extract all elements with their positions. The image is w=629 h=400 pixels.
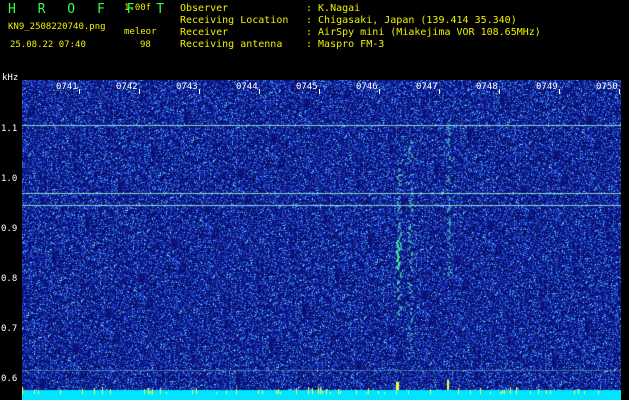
x-tick: 0748 [476, 82, 500, 94]
header-panel: H R O F F T 1.00f KN9_2508220740.png mel… [0, 0, 629, 78]
x-tick: 0747 [416, 82, 440, 94]
waterfall-canvas [22, 80, 621, 400]
x-tick: 0750 [596, 82, 620, 94]
x-tick: 0743 [176, 82, 200, 94]
receiver-value: : AirSpy mini (Miakejima VOR 108.65MHz) [306, 27, 541, 38]
waterfall-plot [22, 80, 621, 400]
x-tick: 0742 [116, 82, 140, 94]
antenna-value: : Maspro FM-3 [306, 39, 385, 50]
software-name: meleor [124, 27, 157, 37]
x-tick: 0746 [356, 82, 380, 94]
file-name: KN9_2508220740.png [8, 22, 106, 32]
x-tick: 0745 [296, 82, 320, 94]
y-tick: 1.0 [1, 174, 18, 184]
x-tick: 0744 [236, 82, 260, 94]
y-tick: 0.9 [1, 224, 18, 234]
y-tick: 1.1 [1, 124, 18, 134]
app-version: 1.00f [124, 3, 152, 13]
location-value: : Chigasaki, Japan (139.414 35.340) [306, 15, 517, 26]
observer-value: : K.Nagai [306, 3, 361, 14]
y-tick: 0.6 [1, 374, 18, 384]
count-value: 98 [140, 40, 151, 50]
antenna-label: Receiving antenna [180, 39, 283, 50]
observer-label: Observer [180, 3, 229, 14]
date-time: 25.08.22 07:40 [10, 40, 86, 50]
y-tick: 0.8 [1, 274, 18, 284]
y-axis-unit: kHz [2, 73, 19, 83]
x-tick: 0749 [536, 82, 560, 94]
receiver-label: Receiver [180, 27, 229, 38]
x-tick: 0741 [56, 82, 80, 94]
y-tick: 0.7 [1, 324, 18, 334]
location-label: Receiving Location [180, 15, 289, 26]
